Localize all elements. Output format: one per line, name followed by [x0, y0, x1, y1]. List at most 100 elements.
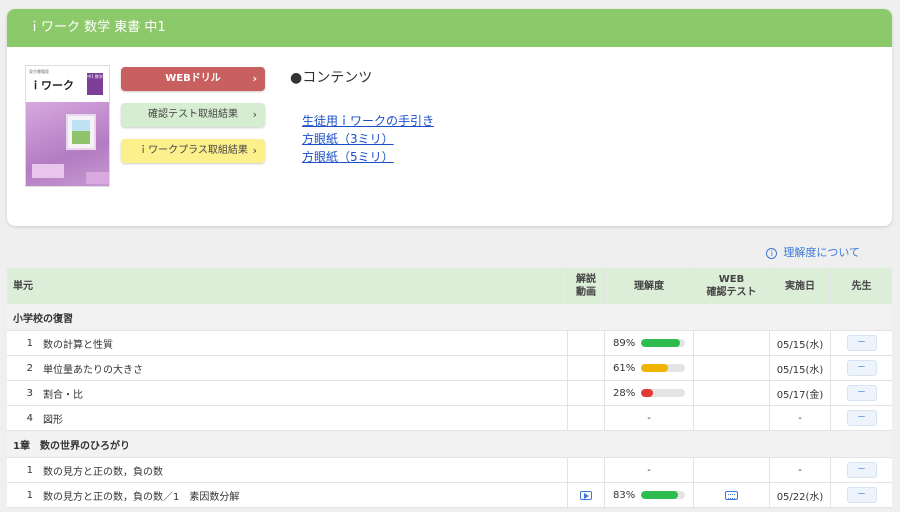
unit-number: 1	[26, 489, 33, 501]
table-row[interactable]: 1 数の見方と正の数，負の数／1 素因数分解 83% 05/22(水) －	[7, 483, 892, 508]
table-row[interactable]: 3 割合・比 28% 05/17(金) －	[7, 381, 892, 406]
unit-cell: 1 数の計算と性質	[7, 331, 568, 355]
web-drill-button[interactable]: WEBドリル ›	[121, 67, 265, 91]
unit-name: 数の見方と正の数，負の数	[43, 466, 163, 478]
about-understanding-link[interactable]: i 理解度について	[766, 244, 860, 260]
info-icon: i	[766, 248, 778, 259]
video-cell	[568, 458, 605, 482]
understanding-bar	[641, 339, 685, 347]
header-unit: 単元	[7, 268, 568, 304]
video-cell	[568, 356, 605, 380]
section-title: 小学校の復習	[13, 313, 73, 325]
unit-cell: 1 数の見方と正の数，負の数	[7, 458, 568, 482]
graph-paper-5mm-link[interactable]: 方眼紙（5ミリ）	[302, 148, 434, 166]
date-cell: 05/15(水)	[770, 356, 831, 380]
unit-number: 1	[26, 337, 33, 349]
chevron-right-icon: ›	[252, 108, 257, 121]
student-guide-link[interactable]: 生徒用ｉワークの手引き	[302, 112, 434, 130]
understanding-bar	[641, 389, 685, 397]
teacher-cell: －	[831, 483, 892, 507]
header-understanding: 理解度	[605, 268, 694, 304]
date-cell: 05/22(水)	[770, 483, 831, 507]
chevron-right-icon: ›	[252, 72, 257, 85]
unit-name: 数の見方と正の数，負の数／1 素因数分解	[43, 491, 240, 503]
unit-name: 図形	[43, 414, 63, 426]
video-play-icon[interactable]	[580, 490, 592, 500]
teacher-button[interactable]: －	[846, 335, 877, 351]
teacher-cell: －	[831, 458, 892, 482]
understanding-bar	[641, 491, 685, 499]
graph-paper-3mm-link[interactable]: 方眼紙（3ミリ）	[302, 130, 434, 148]
understanding-cell: 61%	[605, 356, 694, 380]
date-cell: 05/15(水)	[770, 331, 831, 355]
header-teacher: 先生	[851, 280, 872, 292]
understanding-percent: 89%	[613, 337, 636, 349]
video-cell	[568, 381, 605, 405]
understanding-cell: 83%	[605, 483, 694, 507]
book-publisher-text: 東京書籍版	[29, 69, 49, 74]
understanding-bar-fill	[641, 389, 654, 397]
understanding-cell: -	[605, 406, 694, 430]
test-results-label: 確認テスト取組結果	[148, 109, 238, 120]
teacher-button[interactable]: －	[846, 462, 877, 478]
teacher-cell: －	[831, 356, 892, 380]
date-cell: -	[770, 406, 831, 430]
understanding-cell: 28%	[605, 381, 694, 405]
table-header-row: 単元 解説 動画 理解度 WEB 確認テスト 実施日 先生	[7, 268, 892, 304]
contents-links: 生徒用ｉワークの手引き 方眼紙（3ミリ） 方眼紙（5ミリ）	[302, 112, 434, 166]
about-understanding-label: 理解度について	[783, 246, 860, 259]
unit-cell: 4 図形	[7, 406, 568, 430]
date-cell: 05/17(金)	[770, 381, 831, 405]
unit-name: 数の計算と性質	[43, 339, 113, 351]
teacher-button[interactable]: －	[846, 487, 877, 503]
web-test-cell	[694, 356, 770, 380]
book-illustration	[26, 102, 109, 186]
table-row[interactable]: 4 図形 - - －	[7, 406, 892, 431]
understanding-cell: -	[605, 458, 694, 482]
unit-cell: 3 割合・比	[7, 381, 568, 405]
plus-results-label: ｉワークプラス取組結果	[138, 145, 248, 156]
understanding-bar-fill	[641, 491, 678, 499]
unit-name: 単位量あたりの大きさ	[43, 364, 143, 376]
unit-number: 1	[26, 464, 33, 476]
header-card: ｉワーク 数学 東書 中1 東京書籍版 ｉワーク 中1 数学 WEBドリル › …	[7, 9, 892, 226]
web-test-icon[interactable]	[725, 490, 738, 500]
understanding-percent: 28%	[613, 387, 636, 399]
plus-results-button[interactable]: ｉワークプラス取組結果 ›	[121, 139, 265, 163]
teacher-button[interactable]: －	[846, 360, 877, 376]
book-badge: 中1 数学	[87, 73, 103, 95]
video-cell	[568, 331, 605, 355]
teacher-cell: －	[831, 331, 892, 355]
table-row[interactable]: 1 数の計算と性質 89% 05/15(水) －	[7, 331, 892, 356]
teacher-cell: －	[831, 406, 892, 430]
teacher-button[interactable]: －	[846, 410, 877, 426]
test-results-button[interactable]: 確認テスト取組結果 ›	[121, 103, 265, 127]
understanding-percent: 61%	[613, 362, 636, 374]
teacher-button[interactable]: －	[846, 385, 877, 401]
unit-number: 2	[26, 362, 33, 374]
video-cell	[568, 406, 605, 430]
understanding-empty: -	[647, 412, 651, 424]
understanding-bar-fill	[641, 364, 668, 372]
book-cover-image: 東京書籍版 ｉワーク 中1 数学	[25, 65, 110, 187]
understanding-bar-fill	[641, 339, 681, 347]
web-drill-label: WEBドリル	[165, 73, 221, 84]
unit-cell: 1 数の見方と正の数，負の数／1 素因数分解	[7, 483, 568, 507]
section-row: 1章 数の世界のひろがり	[7, 431, 892, 458]
understanding-empty: -	[647, 464, 651, 476]
unit-number: 4	[26, 412, 33, 424]
book-title: ｉワーク	[30, 79, 74, 92]
section-title: 1章 数の世界のひろがり	[13, 440, 130, 452]
page-title: ｉワーク 数学 東書 中1	[7, 9, 892, 47]
table-row[interactable]: 1 数の見方と正の数，負の数 - - －	[7, 458, 892, 483]
table-row[interactable]: 2 単位量あたりの大きさ 61% 05/15(水) －	[7, 356, 892, 381]
header-video: 解説 動画	[568, 268, 605, 304]
video-cell	[568, 483, 605, 507]
unit-cell: 2 単位量あたりの大きさ	[7, 356, 568, 380]
web-test-cell	[694, 458, 770, 482]
section-row: 小学校の復習	[7, 304, 892, 331]
header-date: 実施日	[770, 268, 831, 304]
chevron-right-icon: ›	[252, 144, 257, 157]
understanding-percent: 83%	[613, 489, 636, 501]
understanding-cell: 89%	[605, 331, 694, 355]
